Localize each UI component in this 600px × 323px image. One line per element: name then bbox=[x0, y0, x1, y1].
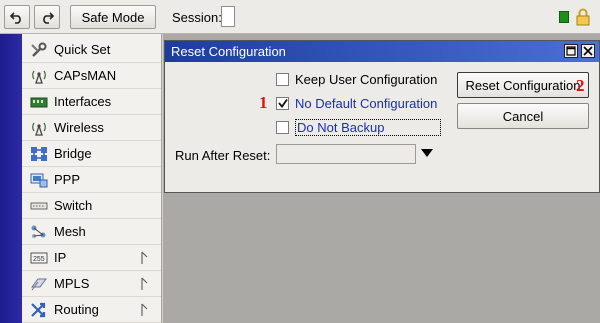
option-do-not-backup[interactable]: Do Not Backup bbox=[276, 118, 442, 136]
close-icon bbox=[583, 46, 593, 56]
left-brand-strip bbox=[0, 34, 22, 323]
status-indicator bbox=[559, 11, 569, 23]
session-field[interactable] bbox=[221, 6, 235, 27]
button-label: Cancel bbox=[502, 108, 544, 124]
redo-button[interactable] bbox=[34, 5, 60, 29]
submenu-arrow-icon bbox=[141, 251, 148, 264]
checkbox[interactable] bbox=[276, 72, 289, 86]
sidebar-item-interfaces[interactable]: Interfaces bbox=[22, 89, 161, 115]
close-button[interactable] bbox=[581, 44, 595, 58]
safe-mode-button[interactable]: Safe Mode bbox=[70, 5, 156, 29]
svg-text:255: 255 bbox=[33, 256, 45, 263]
sidebar-item-label: CAPsMAN bbox=[54, 68, 117, 83]
mpls-icon bbox=[31, 278, 47, 291]
lock-icon bbox=[576, 8, 590, 26]
sidebar-item-label: Routing bbox=[54, 302, 99, 317]
sidebar-item-label: MPLS bbox=[54, 276, 90, 291]
ppp-icon bbox=[30, 173, 48, 188]
sidebar-item-bridge[interactable]: Bridge bbox=[22, 141, 161, 167]
sidebar-item-ip[interactable]: 255 IP bbox=[22, 245, 161, 271]
quick-set-icon bbox=[31, 42, 47, 57]
redo-icon bbox=[43, 12, 54, 24]
bridge-icon bbox=[31, 147, 47, 161]
ip-icon: 255 bbox=[30, 252, 48, 264]
checkbox[interactable] bbox=[276, 96, 289, 110]
sidebar-item-quick-set[interactable]: Quick Set bbox=[22, 37, 161, 63]
option-keep-user-configuration[interactable]: Keep User Configuration bbox=[276, 70, 437, 88]
annotation-marker-1: 1 bbox=[259, 93, 268, 112]
submenu-arrow-icon bbox=[141, 277, 148, 290]
dialog-title-bar[interactable]: Reset Configuration bbox=[165, 41, 599, 62]
sidebar-item-ppp[interactable]: PPP bbox=[22, 167, 161, 193]
sidebar-item-capsman[interactable]: CAPsMAN bbox=[22, 63, 161, 89]
annotation-marker-2: 2 bbox=[576, 76, 585, 95]
sidebar-menu: Quick Set CAPsMAN Interfaces Wireless Br… bbox=[22, 34, 162, 323]
antenna-icon bbox=[32, 122, 46, 136]
sidebar-item-label: Wireless bbox=[54, 120, 104, 135]
sidebar-item-switch[interactable]: Switch bbox=[22, 193, 161, 219]
sidebar-item-mpls[interactable]: MPLS bbox=[22, 271, 161, 297]
interfaces-icon bbox=[30, 97, 48, 108]
run-after-reset-label: Run After Reset: bbox=[175, 148, 271, 163]
dialog-title: Reset Configuration bbox=[171, 44, 286, 59]
sidebar-item-label: Quick Set bbox=[54, 42, 111, 57]
cancel-button[interactable]: Cancel bbox=[457, 103, 589, 129]
button-label: Reset Configuration bbox=[465, 77, 581, 93]
maximize-button[interactable] bbox=[564, 44, 578, 58]
option-label: No Default Configuration bbox=[295, 95, 438, 111]
undo-icon bbox=[10, 12, 21, 24]
sidebar-item-routing[interactable]: Routing bbox=[22, 297, 161, 323]
reset-configuration-button[interactable]: Reset Configuration bbox=[457, 72, 589, 98]
run-after-reset-select[interactable] bbox=[276, 144, 416, 164]
sidebar-item-label: PPP bbox=[54, 172, 81, 187]
sidebar-item-label: Interfaces bbox=[54, 94, 112, 109]
antenna-icon bbox=[32, 70, 46, 84]
sidebar-item-label: Bridge bbox=[54, 146, 92, 161]
option-no-default-configuration[interactable]: No Default Configuration bbox=[276, 94, 437, 112]
mesh-icon bbox=[31, 225, 46, 238]
sidebar-item-label: Switch bbox=[54, 198, 93, 213]
reset-configuration-dialog: Reset Configuration Keep User Configurat… bbox=[164, 40, 600, 193]
checkbox[interactable] bbox=[276, 120, 289, 134]
dropdown-arrow-icon[interactable] bbox=[421, 149, 433, 157]
switch-icon bbox=[30, 202, 48, 210]
session-label: Session: bbox=[172, 10, 222, 25]
sidebar-item-label: IP bbox=[54, 250, 67, 265]
undo-button[interactable] bbox=[4, 5, 30, 29]
toolbar: Safe Mode Session: bbox=[0, 0, 600, 34]
option-label: Keep User Configuration bbox=[295, 71, 438, 87]
sidebar-item-label: Mesh bbox=[54, 224, 86, 239]
option-label: Do Not Backup bbox=[295, 118, 442, 136]
submenu-arrow-icon bbox=[141, 303, 148, 316]
sidebar-item-mesh[interactable]: Mesh bbox=[22, 219, 161, 245]
maximize-icon bbox=[566, 46, 576, 56]
checkmark-icon bbox=[278, 98, 288, 108]
routing-icon bbox=[31, 302, 46, 318]
sidebar-item-wireless[interactable]: Wireless bbox=[22, 115, 161, 141]
